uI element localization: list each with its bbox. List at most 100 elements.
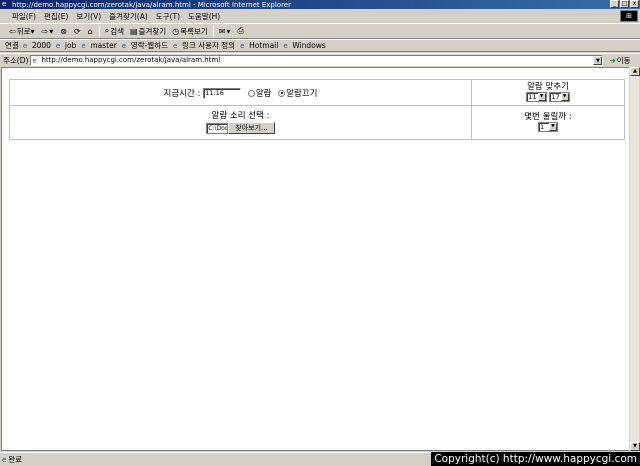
repeat-cell: 몇번 울릴까 : 1 ▼ (471, 105, 625, 140)
close-button[interactable]: x (630, 0, 639, 8)
menu-view[interactable]: 보기(V) (72, 11, 105, 22)
link-job[interactable]: e job (56, 41, 76, 50)
forward-button[interactable]: ⇨ ▾ (39, 27, 58, 36)
ie-page-icon: e (2, 455, 7, 464)
file-picker: C:\Doc 찾아보기... (206, 122, 275, 134)
link-label: Hotmail (249, 41, 279, 50)
menu-bar: 파일(F) 편집(E) 보기(V) 즐겨찾기(A) 도구(T) 도움말(H) (0, 9, 640, 24)
sound-file-input[interactable]: C:\Doc (206, 122, 229, 134)
stop-icon: ⊗ (60, 26, 67, 36)
link-2000[interactable]: e 2000 (23, 41, 51, 50)
address-input[interactable]: e http://demo.happycgi.com/zerotak/java/… (30, 54, 604, 66)
print-icon: ⎙ (237, 26, 244, 35)
menu-tools[interactable]: 도구(T) (152, 11, 184, 22)
address-dropdown-button[interactable]: ▼ (593, 55, 603, 65)
browse-button[interactable]: 찾아보기... (228, 122, 275, 134)
status-text: e 완료 (2, 454, 22, 465)
vertical-scrollbar[interactable]: ▲ ▼ (629, 67, 640, 451)
back-arrow-icon: ⇦ (9, 26, 16, 36)
windows-logo-throbber: ⊞ (620, 10, 638, 22)
chevron-down-icon: ▼ (560, 93, 569, 102)
link-webhard[interactable]: e 영락-웹하드 (122, 40, 168, 51)
ie-page-icon: e (173, 41, 178, 50)
hour-value: 11 (528, 93, 537, 102)
repeat-label: 몇번 울릴까 : (524, 112, 572, 123)
toolbar-separator (212, 25, 214, 37)
back-label: 뒤로 (16, 26, 31, 36)
window-title: http://demo.happycgi.com/zerotak/java/al… (12, 0, 291, 9)
ie-page-icon: e (32, 56, 37, 65)
search-button[interactable]: ⌕ 검색 (102, 26, 127, 37)
menu-help[interactable]: 도움말(H) (184, 11, 224, 22)
link-customize[interactable]: e 링크 사용자 정의 (173, 40, 235, 51)
minimize-button[interactable]: _ (610, 0, 619, 8)
back-button[interactable]: ⇦ 뒤로 ▾ (6, 26, 39, 37)
menu-favorites[interactable]: 즐겨찾기(A) (105, 11, 152, 22)
set-alarm-cell: 알람 맞추기 11 ▼ 17 ▼ (471, 79, 625, 106)
go-arrow-icon: ➜ (609, 55, 616, 65)
alarm-on-label: 알람 (255, 88, 272, 99)
address-label: 주소(D) (3, 55, 29, 65)
ie-page-icon: e (121, 41, 127, 50)
link-label: job (64, 41, 77, 50)
chevron-down-icon: ▼ (537, 93, 546, 102)
alarm-table: 지금시간 : 11:16 알람 알람끄기 알람 맞추기 11 ▼ 17 ▼ 알람 소… (9, 79, 625, 140)
ie-page-icon: e (81, 41, 86, 50)
print-button[interactable]: ⎙ (235, 26, 248, 36)
set-alarm-label: 알람 맞추기 (527, 82, 569, 93)
links-bar: 연결 e 2000 e job e master e 영락-웹하드 e 링크 사용자 정의… (0, 39, 640, 52)
scroll-up-button[interactable]: ▲ (630, 67, 640, 76)
ie-logo-icon: e (2, 0, 7, 8)
ie-page-icon: e (55, 41, 61, 50)
history-icon: ◷ (172, 26, 180, 36)
current-time-field[interactable]: 11:16 (203, 87, 242, 99)
alarm-on-radio[interactable] (247, 89, 255, 97)
link-windows[interactable]: e Windows (283, 41, 325, 50)
go-button[interactable]: ➜ 이동 (609, 55, 630, 66)
scroll-down-button[interactable]: ▼ (630, 442, 640, 451)
link-hotmail[interactable]: e Hotmail (240, 41, 278, 50)
page-viewport: 지금시간 : 11:16 알람 알람끄기 알람 맞추기 11 ▼ 17 ▼ 알람 소… (1, 67, 629, 451)
links-label: 연결 (5, 41, 19, 50)
home-button[interactable]: ⌂ (85, 27, 97, 36)
chevron-down-icon: ▾ (49, 26, 54, 36)
refresh-icon: ⟳ (73, 26, 81, 36)
menu-file[interactable]: 파일(F) (8, 11, 40, 22)
chevron-down-icon: ▾ (226, 26, 231, 36)
minute-select[interactable]: 17 ▼ (549, 92, 570, 103)
alarm-off-radio[interactable] (278, 89, 286, 97)
stop-button[interactable]: ⊗ (57, 27, 71, 36)
history-button[interactable]: ◷ 목록보기 (169, 26, 211, 37)
repeat-select[interactable]: 1 ▼ (538, 122, 558, 133)
ie-page-icon: e (22, 41, 28, 50)
refresh-button[interactable]: ⟳ (71, 27, 85, 36)
link-label: 영락-웹하드 (130, 41, 169, 50)
maximize-button[interactable]: □ (620, 0, 629, 8)
mail-icon: ✉ (218, 26, 226, 36)
ie-page-icon: e (240, 41, 245, 50)
address-url: http://demo.happycgi.com/zerotak/java/al… (41, 56, 221, 64)
title-bar: e http://demo.happycgi.com/zerotak/java/… (0, 0, 640, 9)
favorites-button[interactable]: ▤ 즐겨찾기 (127, 26, 169, 37)
copyright-overlay: Copyright(c) http://www.happycgi.com (431, 452, 640, 466)
mail-button[interactable]: ✉ ▾ (216, 27, 235, 36)
windows-logo-icon: ⊞ (626, 12, 632, 20)
home-icon: ⌂ (87, 26, 93, 36)
hour-select[interactable]: 11 ▼ (526, 92, 547, 103)
current-time-cell: 지금시간 : 11:16 알람 알람끄기 (9, 79, 472, 106)
search-label: 검색 (110, 26, 125, 36)
favorites-icon: ▤ (130, 26, 138, 36)
menu-edit[interactable]: 편집(E) (40, 11, 72, 22)
forward-arrow-icon: ⇨ (41, 26, 49, 36)
status-label: 완료 (8, 455, 23, 464)
chevron-down-icon: ▼ (549, 123, 557, 132)
search-icon: ⌕ (104, 26, 110, 35)
sound-select-label: 알람 소리 선택 : (211, 111, 270, 121)
link-master[interactable]: e master (81, 41, 116, 50)
toolbar-separator (98, 25, 100, 37)
link-label: 2000 (31, 41, 51, 50)
minute-value: 17 (551, 93, 560, 102)
ie-page-icon: e (283, 41, 288, 50)
link-label: Windows (292, 41, 326, 50)
repeat-value: 1 (540, 123, 545, 132)
